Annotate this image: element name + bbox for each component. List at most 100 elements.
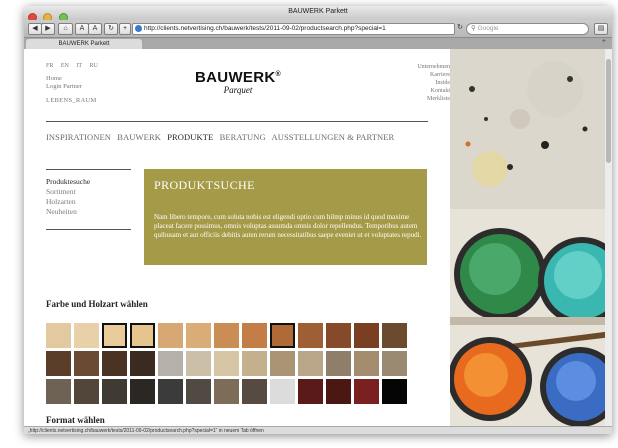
subnav-holzarten[interactable]: Holzarten — [46, 197, 90, 207]
lang-fr[interactable]: FR — [46, 63, 53, 69]
wood-swatch[interactable] — [298, 351, 323, 376]
subnav-neuheiten[interactable]: Neuheiten — [46, 207, 90, 217]
inside-link[interactable]: Inside — [417, 79, 450, 87]
box-title: PRODUKTSUCHE — [154, 178, 255, 192]
home-icon: ⌂ — [63, 25, 68, 32]
text-smaller-button[interactable]: A — [75, 23, 89, 35]
wood-swatch[interactable] — [186, 323, 211, 348]
wood-swatch[interactable] — [242, 323, 267, 348]
text-larger-button[interactable]: A — [88, 23, 102, 35]
wood-swatch[interactable] — [74, 323, 99, 348]
new-tab-button[interactable]: + — [602, 38, 606, 45]
top-left-menu: Home Login Partner LEBENS_RAUM — [46, 75, 97, 105]
nav-bauwerk[interactable]: BAUWERK — [117, 132, 161, 142]
language-switcher: FR EN IT RU — [46, 63, 104, 69]
wood-swatch[interactable] — [158, 323, 183, 348]
scrollbar-thumb[interactable] — [606, 59, 611, 163]
wood-swatch[interactable] — [102, 351, 127, 376]
title-bar: BAUWERK Parkett — [24, 6, 612, 22]
address-bar[interactable]: http://clients.netvertising.ch/bauwerk/t… — [132, 23, 455, 35]
wood-swatch[interactable] — [130, 323, 155, 348]
wood-swatch[interactable] — [214, 323, 239, 348]
search-icon: ⚲ — [471, 25, 476, 32]
hero-image: ‹ — [450, 49, 612, 426]
main-nav: INSPIRATIONEN BAUWERK PRODUKTE BERATUNG … — [46, 132, 398, 142]
wood-swatch[interactable] — [326, 351, 351, 376]
format-section-title: Format wählen — [46, 415, 105, 425]
vertical-scrollbar[interactable] — [605, 49, 612, 426]
print-button[interactable]: ▤ — [594, 23, 608, 35]
kontakt-link[interactable]: Kontakt — [417, 87, 450, 95]
wood-swatch[interactable] — [102, 323, 127, 348]
wood-swatch[interactable] — [214, 351, 239, 376]
window-title: BAUWERK Parkett — [288, 8, 348, 15]
home-link[interactable]: Home — [46, 75, 97, 83]
reload-button[interactable]: ↻ — [104, 23, 118, 35]
wood-swatch[interactable] — [186, 379, 211, 404]
subnav-bottom-divider — [46, 229, 131, 230]
wood-swatch[interactable] — [326, 323, 351, 348]
nav-produkte[interactable]: PRODUKTE — [167, 132, 213, 142]
login-partner-link[interactable]: Login Partner — [46, 83, 97, 91]
wood-swatch[interactable] — [382, 323, 407, 348]
wood-swatch[interactable] — [270, 379, 295, 404]
add-bookmark-button[interactable]: + — [119, 23, 131, 35]
wood-swatch[interactable] — [354, 379, 379, 404]
color-section-title: Farbe und Holzart wählen — [46, 299, 148, 309]
subnav-sortiment[interactable]: Sortiment — [46, 187, 90, 197]
wood-swatch[interactable] — [130, 351, 155, 376]
lang-en[interactable]: EN — [61, 63, 69, 69]
wood-swatch[interactable] — [46, 379, 71, 404]
search-field[interactable]: ⚲ Google — [466, 23, 589, 35]
header-divider — [46, 121, 428, 122]
nav-inspirationen[interactable]: INSPIRATIONEN — [46, 132, 111, 142]
sub-nav: Produktesuche Sortiment Holzarten Neuhei… — [46, 177, 90, 217]
search-placeholder: Google — [477, 25, 499, 32]
wood-swatch[interactable] — [382, 351, 407, 376]
globe-icon — [135, 24, 142, 32]
wood-swatch[interactable] — [242, 351, 267, 376]
browser-window: BAUWERK Parkett ◀ ▶ ⌂ A A ↻ + http://cli… — [24, 6, 612, 434]
wood-swatch[interactable] — [158, 351, 183, 376]
subnav-produktesuche[interactable]: Produktesuche — [46, 177, 90, 187]
lang-it[interactable]: IT — [76, 63, 82, 69]
home-button[interactable]: ⌂ — [58, 23, 73, 35]
reload-inline-button[interactable]: ↻ — [456, 23, 464, 33]
lang-ru[interactable]: RU — [90, 63, 98, 69]
wood-swatch[interactable] — [242, 379, 267, 404]
wood-swatch[interactable] — [354, 323, 379, 348]
wood-swatch[interactable] — [46, 323, 71, 348]
wood-swatch[interactable] — [102, 379, 127, 404]
karriere-link[interactable]: Karriere — [417, 71, 450, 79]
productsearch-box: PRODUKTSUCHE Nam libero tempore, cum sol… — [144, 169, 427, 265]
wood-swatch[interactable] — [214, 379, 239, 404]
wood-swatch[interactable] — [354, 351, 379, 376]
bauwerk-logo[interactable]: BAUWERK® Parquet — [188, 69, 288, 95]
wood-swatch[interactable] — [130, 379, 155, 404]
wood-swatch[interactable] — [382, 379, 407, 404]
wood-swatch[interactable] — [270, 323, 295, 348]
nav-beratung[interactable]: BERATUNG — [220, 132, 266, 142]
merkliste-link[interactable]: Merkliste — [417, 95, 450, 103]
wood-swatch[interactable] — [298, 379, 323, 404]
nav-ausstellungen-partner[interactable]: AUSSTELLUNGEN & PARTNER — [271, 132, 394, 142]
status-bar: „http://clients.netvertising.ch/bauwerk/… — [24, 426, 612, 434]
wood-swatch[interactable] — [46, 351, 71, 376]
tab-bauwerk[interactable]: BAUWERK Parkett — [26, 39, 142, 49]
wood-swatch[interactable] — [74, 379, 99, 404]
wood-swatch[interactable] — [186, 351, 211, 376]
wood-swatch[interactable] — [270, 351, 295, 376]
wood-swatch[interactable] — [158, 379, 183, 404]
browser-toolbar: ◀ ▶ ⌂ A A ↻ + http://clients.netvertisin… — [24, 20, 612, 37]
back-button[interactable]: ◀ — [28, 23, 42, 35]
logo-wordmark: BAUWERK® — [195, 69, 281, 86]
forward-button[interactable]: ▶ — [41, 23, 55, 35]
wood-swatch[interactable] — [74, 351, 99, 376]
tab-bar: BAUWERK Parkett + — [24, 37, 612, 49]
wood-swatch[interactable] — [326, 379, 351, 404]
back-arrow-icon: ◀ — [32, 25, 38, 32]
lebensraum-link[interactable]: LEBENS_RAUM — [46, 97, 97, 105]
forward-arrow-icon: ▶ — [45, 25, 51, 32]
wood-swatch[interactable] — [298, 323, 323, 348]
unternehmen-link[interactable]: Unternehmen — [417, 63, 450, 71]
